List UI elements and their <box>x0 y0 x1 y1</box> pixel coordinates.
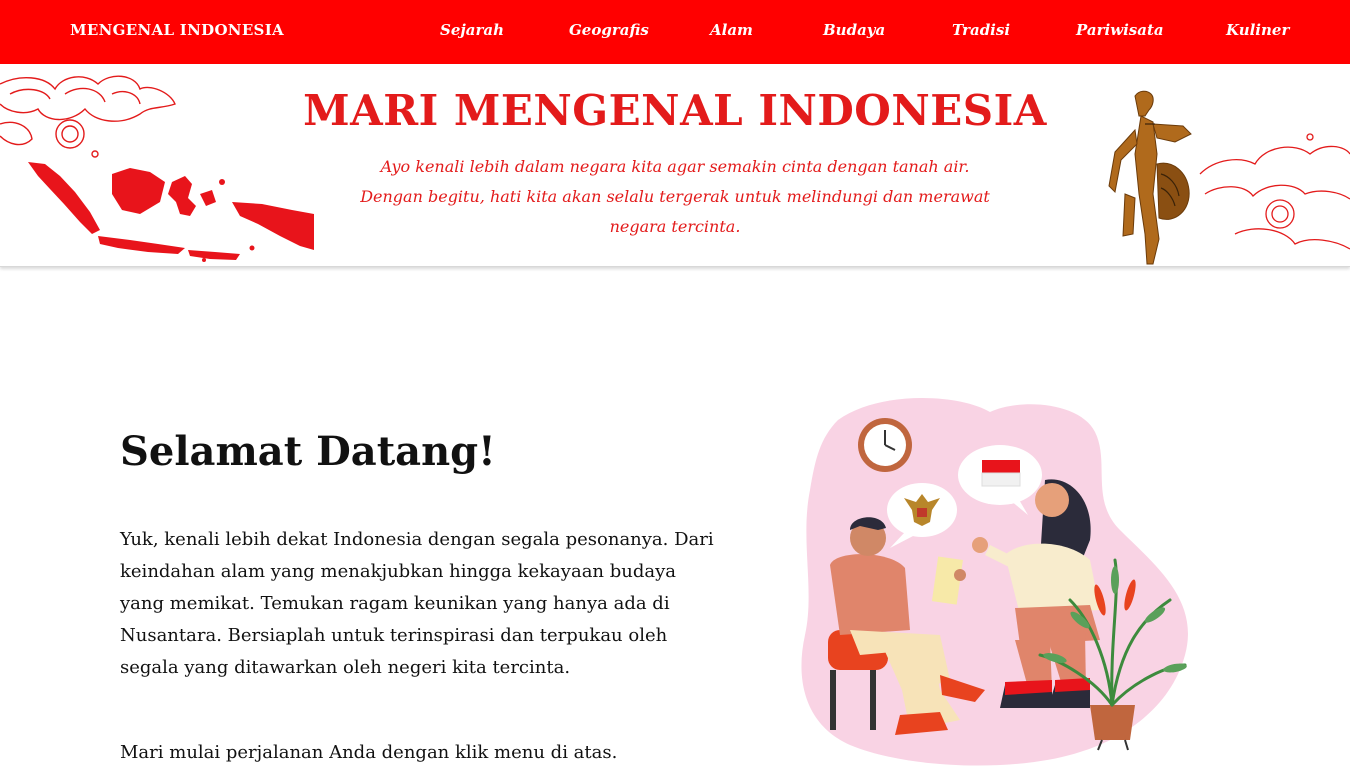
navbar: MENGENAL INDONESIA Sejarah Geografis Ala… <box>0 0 1350 64</box>
hero-subtitle-line-1: Ayo kenali lebih dalam negara kita agar … <box>380 157 970 176</box>
brand-logo[interactable]: MENGENAL INDONESIA <box>70 21 284 39</box>
two-people-talking-illustration <box>801 397 1188 766</box>
welcome-paragraph: Yuk, kenali lebih dekat Indonesia dengan… <box>120 529 714 678</box>
nav-item-kuliner[interactable]: Kuliner <box>1226 21 1289 39</box>
hero-subtitle-line-3: negara tercinta. <box>609 217 741 236</box>
nav-item-alam[interactable]: Alam <box>710 21 753 39</box>
nav-item-geografis[interactable]: Geografis <box>569 21 649 39</box>
wayang-puppet-icon <box>1108 90 1350 265</box>
nav-item-tradisi[interactable]: Tradisi <box>952 21 1010 39</box>
nav-item-pariwisata[interactable]: Pariwisata <box>1076 21 1164 39</box>
hero-banner: MARI MENGENAL INDONESIA Ayo kenali lebih… <box>0 64 1350 267</box>
welcome-heading: Selamat Datang! <box>120 428 496 475</box>
hero-subtitle-line-2: Dengan begitu, hati kita akan selalu ter… <box>360 187 990 206</box>
nav-item-budaya[interactable]: Budaya <box>823 21 885 39</box>
welcome-cta-text: Mari mulai perjalanan Anda dengan klik m… <box>120 742 618 763</box>
clock-icon <box>858 418 912 472</box>
hero-subtitle: Ayo kenali lebih dalam negara kita agar … <box>350 152 1000 242</box>
nav-item-sejarah[interactable]: Sejarah <box>440 21 504 39</box>
